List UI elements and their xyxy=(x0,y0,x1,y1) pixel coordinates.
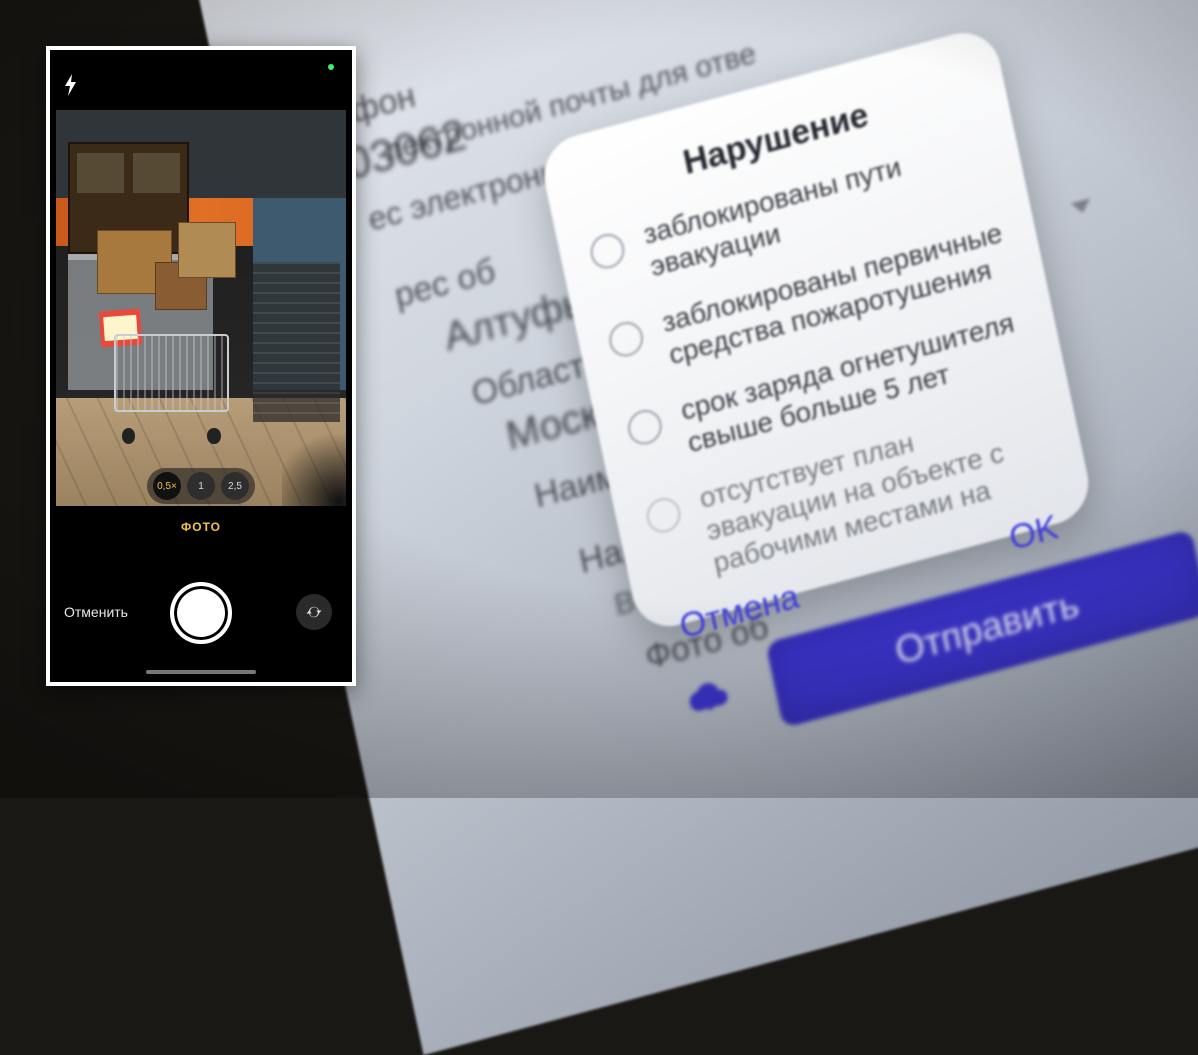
submit-button[interactable]: Отправить xyxy=(765,529,1198,728)
field-region-value: Москва xyxy=(502,380,643,459)
zoom-1x[interactable]: 1 xyxy=(187,472,215,500)
camera-mode-label[interactable]: ФОТО xyxy=(50,520,352,534)
zoom-0-5x[interactable]: 0,5× xyxy=(153,472,181,500)
field-violation-value[interactable]: выбери xyxy=(609,545,753,625)
field-violation-label: Наруше xyxy=(576,512,705,583)
camera-bottom-bar: ФОТО Отменить xyxy=(50,506,352,682)
field-photo-label: Фото об xyxy=(642,607,772,678)
violation-option-label: заблокированы пути эвакуации xyxy=(640,127,996,283)
zoom-2-5x[interactable]: 2,5 xyxy=(221,472,249,500)
violation-option[interactable]: заблокированы первичные средства пожарот… xyxy=(602,203,1017,397)
camera-phone: 0,5× 1 2,5 ФОТО Отменить xyxy=(46,46,356,686)
chevron-down-icon[interactable] xyxy=(1071,198,1093,215)
radio-icon[interactable] xyxy=(644,494,684,536)
violation-option-label: срок заряда огнетушителя свыше больше 5 … xyxy=(678,303,1034,459)
violation-option[interactable]: отсутствует план эвакуации на объекте с … xyxy=(640,379,1060,594)
flash-icon[interactable] xyxy=(64,74,78,102)
scene-rack xyxy=(253,262,340,422)
dialog-title: Нарушение xyxy=(574,67,979,211)
shutter-button[interactable] xyxy=(170,582,232,644)
privacy-dot-icon xyxy=(328,64,334,70)
violation-option-label: отсутствует план эвакуации на объекте с … xyxy=(697,391,1060,580)
violation-option[interactable]: срок заряда огнетушителя свыше больше 5 … xyxy=(621,291,1036,485)
field-email-blur-b: ес электронной почты для ответа xyxy=(365,73,854,238)
scene-cart xyxy=(114,334,247,446)
field-phone-value: 03062 xyxy=(342,110,471,191)
dialog-ok-button[interactable]: OK xyxy=(1006,508,1062,559)
scene-box xyxy=(178,222,236,278)
violation-dialog: Нарушение заблокированы пути эвакуации з… xyxy=(537,24,1096,635)
field-email-blur-a: лектронной почты для отве xyxy=(382,37,759,169)
radio-icon[interactable] xyxy=(625,406,665,448)
dialog-cancel-button[interactable]: Отмена xyxy=(676,578,802,648)
cloud-upload-icon[interactable] xyxy=(682,674,734,723)
field-name-label: Наимен xyxy=(531,446,659,516)
field-region-label: Область xyxy=(468,342,605,415)
home-indicator[interactable] xyxy=(146,670,256,674)
field-address-label: рес об xyxy=(391,251,498,316)
violation-option[interactable]: заблокированы пути эвакуации xyxy=(584,115,999,309)
camera-statusbar xyxy=(50,50,352,104)
camera-viewfinder[interactable]: 0,5× 1 2,5 xyxy=(56,110,346,510)
violation-option-label: заблокированы первичные средства пожарот… xyxy=(659,215,1015,371)
scene-corner-shadow xyxy=(282,422,346,510)
camera-cancel-button[interactable]: Отменить xyxy=(64,604,128,620)
radio-icon[interactable] xyxy=(587,230,627,272)
radio-icon[interactable] xyxy=(606,318,646,360)
field-address-value: Алтуфь xyxy=(440,280,587,361)
zoom-pills[interactable]: 0,5× 1 2,5 xyxy=(147,468,255,504)
camera-flip-button[interactable] xyxy=(296,594,332,630)
